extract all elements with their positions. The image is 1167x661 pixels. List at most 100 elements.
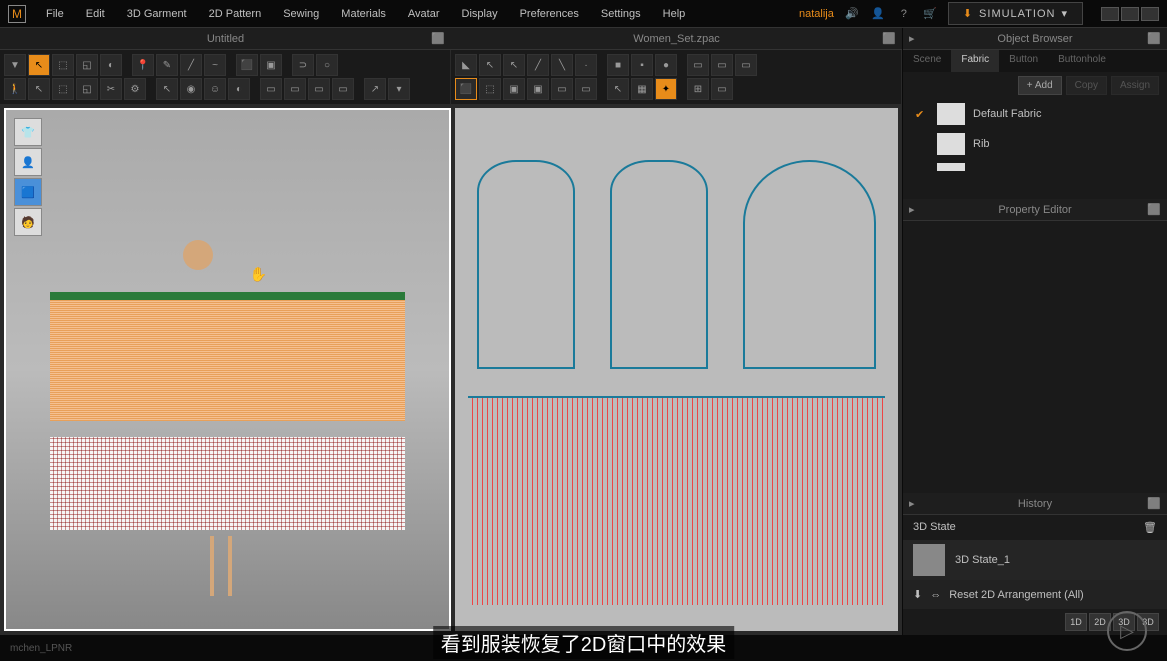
tool-fold-icon[interactable]: ▣ (260, 54, 282, 76)
viewport-3d[interactable]: 👕 👤 🟦 🧑 ✋ (4, 108, 451, 631)
tool-2d-a-icon[interactable]: ◣ (455, 54, 477, 76)
tool-line-icon[interactable]: ╱ (180, 54, 202, 76)
property-editor-header[interactable]: ▸ Property Editor ⬜ (903, 199, 1167, 221)
tool-2d-h-icon[interactable]: ▪ (631, 54, 653, 76)
history-header[interactable]: ▸ History ⬜ (903, 493, 1167, 515)
menu-file[interactable]: File (36, 4, 74, 24)
display-garment-icon[interactable]: 👤 (14, 148, 42, 176)
tool-2d-u-icon[interactable]: ↖ (607, 78, 629, 100)
help-icon[interactable]: ? (896, 6, 912, 22)
tool-2d-w-icon[interactable]: ✦ (655, 78, 677, 100)
tool-a-icon[interactable]: ↖ (28, 78, 50, 100)
maximize-button[interactable] (1121, 7, 1139, 21)
tool-simulate-icon[interactable]: ▼ (4, 54, 26, 76)
tool-2d-b-icon[interactable]: ↖ (479, 54, 501, 76)
tool-scale-icon[interactable]: ◱ (76, 54, 98, 76)
tool-2d-k-icon[interactable]: ▭ (711, 54, 733, 76)
display-avatar-icon[interactable]: 👕 (14, 118, 42, 146)
cart-icon[interactable]: 🛒 (922, 6, 938, 22)
tool-2d-j-icon[interactable]: ▭ (687, 54, 709, 76)
maximize-icon[interactable]: ⬜ (431, 32, 445, 45)
tool-2d-s-icon[interactable]: ▭ (551, 78, 573, 100)
assign-button[interactable]: Assign (1111, 76, 1159, 95)
fabric-row[interactable]: ✔ Default Fabric (903, 99, 1167, 129)
tool-d-icon[interactable]: ✂ (100, 78, 122, 100)
tool-2d-q-icon[interactable]: ▣ (503, 78, 525, 100)
display-texture-icon[interactable]: 🟦 (14, 178, 42, 206)
tool-arrange-icon[interactable]: ⬛ (236, 54, 258, 76)
tool-2d-sew-icon[interactable]: ⬛ (455, 78, 477, 100)
pattern-piece[interactable] (743, 160, 876, 369)
panel-menu-icon[interactable]: ⬜ (1147, 32, 1161, 45)
tool-walk-icon[interactable]: 🚶 (4, 78, 26, 100)
tool-e-icon[interactable]: ⚙ (124, 78, 146, 100)
add-button[interactable]: + Add (1018, 76, 1062, 95)
tool-g-icon[interactable]: ◉ (180, 78, 202, 100)
tool-2d-p-icon[interactable]: ⬚ (479, 78, 501, 100)
tool-j-icon[interactable]: ▭ (260, 78, 282, 100)
mode-1d-button[interactable]: 1D (1065, 613, 1087, 631)
panel-menu-icon[interactable]: ⬜ (1147, 203, 1161, 216)
menu-help[interactable]: Help (653, 4, 696, 24)
copy-button[interactable]: Copy (1066, 76, 1107, 95)
tool-move-icon[interactable]: ⬚ (52, 54, 74, 76)
viewport-tab-3d[interactable]: Untitled ⬜ (0, 28, 451, 50)
tool-lasso-icon[interactable]: ⊃ (292, 54, 314, 76)
reset-2d-arrangement-button[interactable]: ⬇ ⇔ Reset 2D Arrangement (All) (903, 580, 1167, 609)
tool-circle-icon[interactable]: ○ (316, 54, 338, 76)
menu-settings[interactable]: Settings (591, 4, 651, 24)
menu-materials[interactable]: Materials (331, 4, 396, 24)
fabric-row[interactable] (903, 159, 1167, 175)
tab-buttonhole[interactable]: Buttonhole (1048, 50, 1116, 72)
user-icon[interactable]: 👤 (870, 6, 886, 22)
tool-2d-i-icon[interactable]: ● (655, 54, 677, 76)
menu-2d-pattern[interactable]: 2D Pattern (199, 4, 272, 24)
garment-top[interactable] (50, 292, 404, 422)
tool-b-icon[interactable]: ⬚ (52, 78, 74, 100)
tool-o-icon[interactable]: ▾ (388, 78, 410, 100)
trash-icon[interactable]: 🗑 (1143, 521, 1157, 534)
garment-bottom[interactable] (50, 437, 404, 530)
tool-2d-g-icon[interactable]: ■ (607, 54, 629, 76)
viewport-tab-2d[interactable]: Women_Set.zpac ⬜ (451, 28, 902, 50)
menu-preferences[interactable]: Preferences (510, 4, 589, 24)
tool-edit-icon[interactable]: ✎ (156, 54, 178, 76)
tool-2d-y-icon[interactable]: ▭ (711, 78, 733, 100)
tool-i-icon[interactable]: ◐ (228, 78, 250, 100)
tool-l-icon[interactable]: ▭ (308, 78, 330, 100)
pattern-piece[interactable] (610, 160, 707, 369)
simulation-button[interactable]: ⬇ SIMULATION ▾ (948, 2, 1083, 25)
tool-2d-f-icon[interactable]: · (575, 54, 597, 76)
tool-h-icon[interactable]: ☺ (204, 78, 226, 100)
menu-display[interactable]: Display (452, 4, 508, 24)
tool-2d-x-icon[interactable]: ⊞ (687, 78, 709, 100)
tool-f-icon[interactable]: ↖ (156, 78, 178, 100)
tool-c-icon[interactable]: ◱ (76, 78, 98, 100)
tool-select-icon[interactable]: ↖ (28, 54, 50, 76)
menu-avatar[interactable]: Avatar (398, 4, 450, 24)
panel-menu-icon[interactable]: ⬜ (1147, 497, 1161, 510)
pattern-piece[interactable] (477, 160, 574, 369)
tool-curve-icon[interactable]: ~ (204, 54, 226, 76)
pattern-piece-skirt[interactable] (468, 396, 884, 605)
tool-2d-v-icon[interactable]: ▦ (631, 78, 653, 100)
tool-2d-c-icon[interactable]: ↖ (503, 54, 525, 76)
close-button[interactable] (1141, 7, 1159, 21)
collapse-icon[interactable]: ▸ (909, 203, 915, 216)
tool-2d-d-icon[interactable]: ╱ (527, 54, 549, 76)
display-mesh-icon[interactable]: 🧑 (14, 208, 42, 236)
tab-button[interactable]: Button (999, 50, 1048, 72)
tool-2d-l-icon[interactable]: ▭ (735, 54, 757, 76)
menu-3d-garment[interactable]: 3D Garment (117, 4, 197, 24)
menu-sewing[interactable]: Sewing (273, 4, 329, 24)
tool-pin-icon[interactable]: 📍 (132, 54, 154, 76)
tab-scene[interactable]: Scene (903, 50, 951, 72)
tool-k-icon[interactable]: ▭ (284, 78, 306, 100)
collapse-icon[interactable]: ▸ (909, 497, 915, 510)
minimize-button[interactable] (1101, 7, 1119, 21)
tool-2d-e-icon[interactable]: ╲ (551, 54, 573, 76)
menu-edit[interactable]: Edit (76, 4, 115, 24)
tool-m-icon[interactable]: ▭ (332, 78, 354, 100)
tool-2d-r-icon[interactable]: ▣ (527, 78, 549, 100)
tab-fabric[interactable]: Fabric (951, 50, 999, 72)
